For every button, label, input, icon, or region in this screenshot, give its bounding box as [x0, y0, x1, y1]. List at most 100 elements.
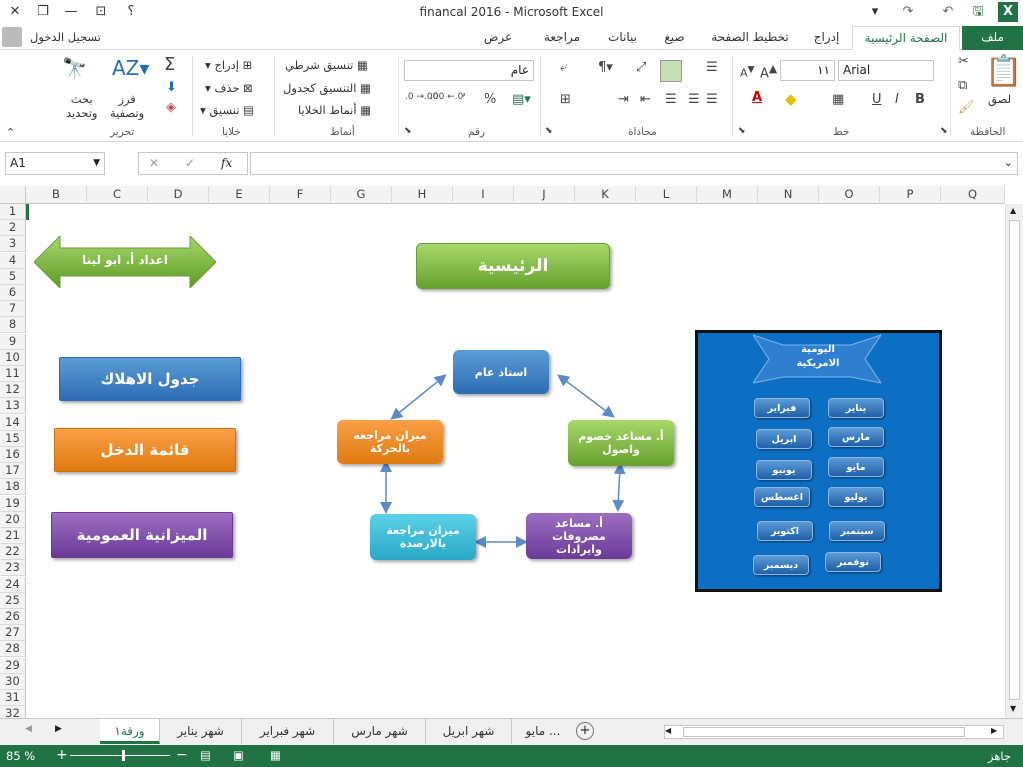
- tab-view[interactable]: عرض: [468, 26, 528, 50]
- format-cells-button[interactable]: ▾ تنسيق ▤: [200, 103, 254, 117]
- sheet-tab-january[interactable]: شهر يناير: [160, 719, 242, 744]
- align-center-icon[interactable]: ☰: [688, 92, 700, 107]
- fill-icon[interactable]: ⬇: [166, 80, 177, 95]
- row-header[interactable]: 1: [0, 204, 26, 220]
- percent-button[interactable]: %: [484, 92, 496, 107]
- sort-filter-label[interactable]: فرز وتصفية: [110, 92, 144, 120]
- row-header[interactable]: 5: [0, 268, 26, 285]
- bold-button[interactable]: B: [915, 92, 925, 107]
- month-august-button[interactable]: اغسطس: [754, 487, 810, 507]
- month-december-button[interactable]: ديسمبر: [753, 555, 809, 575]
- minimize-icon[interactable]: —: [58, 2, 84, 22]
- row-header[interactable]: 31: [0, 690, 26, 706]
- row-header[interactable]: 11: [0, 366, 26, 382]
- month-may-button[interactable]: مايو: [828, 457, 884, 477]
- month-october-button[interactable]: اكتوبر: [757, 521, 813, 541]
- page-layout-view-icon[interactable]: ▣: [233, 748, 244, 762]
- orientation-icon[interactable]: ⤢: [636, 60, 646, 75]
- select-all-corner[interactable]: [0, 186, 26, 204]
- number-launcher-icon[interactable]: ⬊: [404, 126, 412, 136]
- normal-view-icon[interactable]: ▦: [270, 748, 281, 762]
- vertical-scrollbar[interactable]: ▲ ▼: [1005, 204, 1023, 718]
- zoom-slider[interactable]: [70, 755, 170, 756]
- row-header[interactable]: 8: [0, 317, 26, 334]
- assistant-ledger-assets-button[interactable]: أ. مساعد خصوم واصول: [568, 420, 674, 466]
- row-header[interactable]: 6: [0, 285, 26, 301]
- month-february-button[interactable]: فبراير: [754, 398, 810, 418]
- expand-formula-icon[interactable]: ⌄: [1004, 153, 1013, 172]
- enter-icon[interactable]: ✓: [185, 156, 195, 170]
- font-launcher-icon[interactable]: ⬊: [738, 126, 746, 136]
- row-header[interactable]: 14: [0, 414, 26, 431]
- underline-button[interactable]: U: [872, 92, 882, 107]
- sort-filter-icon[interactable]: AZ▾: [112, 56, 149, 80]
- column-header[interactable]: Q: [941, 186, 1005, 204]
- font-name-combo[interactable]: Arial: [838, 60, 934, 81]
- font-size-combo[interactable]: ١١: [780, 60, 835, 81]
- align-top-icon[interactable]: ☰: [706, 60, 718, 75]
- row-header[interactable]: 28: [0, 641, 26, 658]
- row-header[interactable]: 21: [0, 528, 26, 544]
- wrap-text-icon[interactable]: ⤶: [560, 60, 567, 75]
- column-header[interactable]: C: [87, 186, 148, 204]
- row-header[interactable]: 3: [0, 236, 26, 253]
- conditional-formatting-button[interactable]: تنسيق شرطي ▦: [285, 58, 368, 72]
- align-middle-button[interactable]: [660, 60, 682, 82]
- row-header[interactable]: 27: [0, 625, 26, 642]
- delete-cells-button[interactable]: ▾ حذف ⊠: [205, 81, 253, 95]
- ribbon-display-icon[interactable]: ⊡: [88, 2, 114, 22]
- paste-label[interactable]: لصق: [988, 92, 1011, 106]
- save-icon[interactable]: 🖫: [965, 2, 991, 22]
- balance-sheet-button[interactable]: الميزانية العمومية: [51, 512, 233, 558]
- insert-cells-button[interactable]: ▾ إدراج ⊞: [205, 58, 252, 72]
- find-select-label[interactable]: بحث وتحديد: [66, 92, 97, 120]
- copy-icon[interactable]: ⧉: [958, 78, 967, 93]
- font-color-icon[interactable]: A: [752, 90, 762, 105]
- column-header[interactable]: K: [575, 186, 636, 204]
- month-november-button[interactable]: نوفمبر: [825, 552, 881, 572]
- assistant-ledger-expenses-button[interactable]: أ. مساعد مصروفات وايرادات: [526, 513, 632, 559]
- month-september-button[interactable]: سبتمبر: [829, 521, 885, 541]
- sheet-tab-february[interactable]: شهر فبراير: [242, 719, 334, 744]
- zoom-slider-handle[interactable]: [122, 750, 125, 761]
- tab-insert[interactable]: إدراج: [804, 26, 849, 50]
- sheet-tab-march[interactable]: شهر مارس: [334, 719, 426, 744]
- tab-file[interactable]: ملف: [962, 26, 1023, 50]
- scroll-tabs-right-icon[interactable]: ▶: [55, 724, 62, 734]
- row-header[interactable]: 9: [0, 333, 26, 350]
- row-header[interactable]: 22: [0, 544, 26, 561]
- column-header[interactable]: J: [514, 186, 575, 204]
- format-painter-icon[interactable]: 🖌: [958, 100, 975, 115]
- clear-icon[interactable]: ◈: [166, 100, 176, 115]
- restore-icon[interactable]: ❐: [30, 2, 56, 22]
- column-header[interactable]: G: [331, 186, 392, 204]
- row-header[interactable]: 17: [0, 463, 26, 480]
- tab-page-layout[interactable]: تخطيط الصفحة: [700, 26, 800, 50]
- column-header[interactable]: B: [26, 186, 87, 204]
- worksheet-grid[interactable]: BCDEFGHIJKLMNOPQ 1 2 3 4 5 6 7 8 9 10 11 12 13 14 15 16…: [0, 186, 1023, 723]
- hscroll-left-icon[interactable]: ◀: [665, 726, 671, 735]
- row-header[interactable]: 19: [0, 495, 26, 512]
- find-select-icon[interactable]: 🔭: [62, 56, 87, 80]
- format-as-table-button[interactable]: التنسيق كجدول ▦: [283, 81, 371, 95]
- general-ledger-button[interactable]: استاذ عام: [453, 350, 549, 394]
- home-button[interactable]: الرئيسية: [416, 243, 610, 289]
- decrease-decimal-button[interactable]: .0 →.00: [405, 92, 438, 102]
- cut-icon[interactable]: ✂: [958, 54, 969, 69]
- month-june-button[interactable]: يونيو: [756, 460, 812, 480]
- active-cell[interactable]: [26, 204, 29, 220]
- column-header[interactable]: D: [148, 186, 209, 204]
- align-right-icon[interactable]: ☰: [706, 92, 718, 107]
- fill-color-icon[interactable]: ◆: [785, 90, 797, 108]
- tab-review[interactable]: مراجعة: [532, 26, 592, 50]
- scroll-thumb[interactable]: [1009, 220, 1020, 700]
- borders-icon[interactable]: ▦: [832, 92, 844, 107]
- formula-input[interactable]: ⌄: [250, 152, 1018, 175]
- tab-data[interactable]: بيانات: [595, 26, 650, 50]
- row-header[interactable]: 7: [0, 301, 26, 318]
- cancel-icon[interactable]: ✕: [149, 156, 159, 170]
- grow-font-icon[interactable]: A▲: [760, 62, 777, 81]
- row-header[interactable]: 29: [0, 657, 26, 674]
- month-january-button[interactable]: يناير: [828, 398, 884, 418]
- zoom-level[interactable]: 85 %: [6, 749, 35, 763]
